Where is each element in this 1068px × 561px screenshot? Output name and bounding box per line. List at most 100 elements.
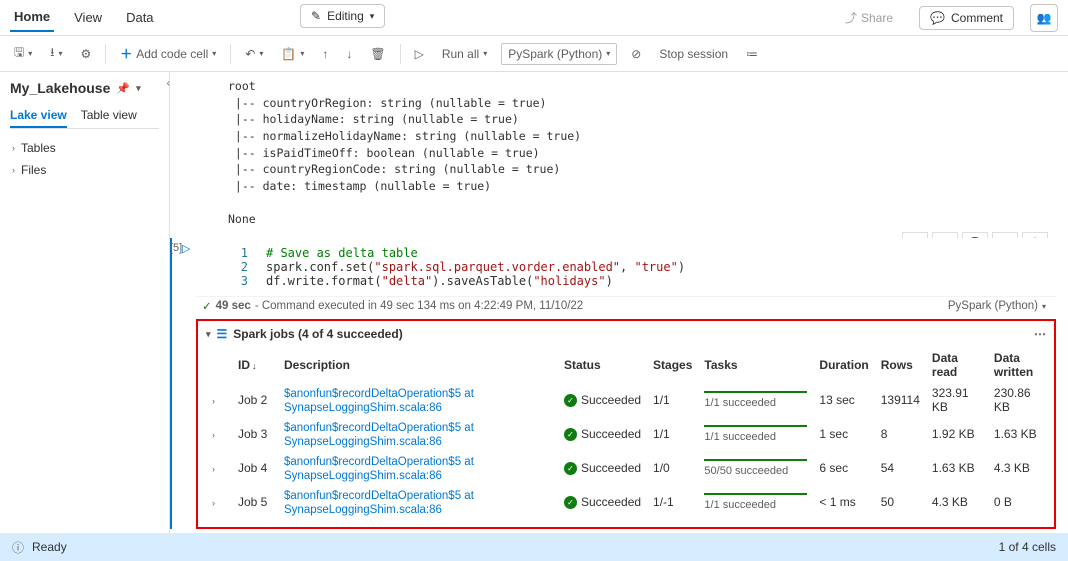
cell-kernel-selector[interactable]: PySpark (Python)▾	[948, 300, 1046, 312]
run-all-button[interactable]: Run all▾	[438, 45, 491, 63]
pin-icon[interactable]: 📌	[116, 82, 130, 95]
col-tasks[interactable]: Tasks	[698, 347, 813, 383]
expand-job-row[interactable]: ›	[212, 464, 226, 474]
col-dataread[interactable]: Data read	[926, 347, 988, 383]
execution-index: [5]	[170, 242, 182, 254]
files-label: Files	[21, 163, 46, 177]
job-data-written: 1.63 KB	[988, 417, 1046, 451]
move-up-button[interactable]: ↑	[318, 45, 332, 63]
variables-button[interactable]: ≔	[742, 45, 762, 63]
chevron-down-icon: ▾	[300, 49, 304, 58]
chevron-down-icon: ▾	[370, 11, 375, 22]
tab-home[interactable]: Home	[10, 3, 54, 32]
code-editor[interactable]: 1# Save as delta table 2spark.conf.set("…	[196, 238, 1056, 296]
settings-button[interactable]: ⚙	[76, 45, 95, 63]
run-all-label: Run all	[442, 47, 479, 61]
job-duration: 6 sec	[813, 451, 874, 485]
job-data-written: 230.86 KB	[988, 383, 1046, 417]
chevron-down-icon: ▾	[212, 49, 216, 58]
kernel-label: PySpark (Python)	[508, 47, 602, 61]
spark-job-row: ›Job 2$anonfun$recordDeltaOperation$5 at…	[206, 383, 1046, 417]
table-view-tab[interactable]: Table view	[81, 104, 137, 128]
paste-menu[interactable]: 📋▾	[277, 45, 308, 63]
expand-job-row[interactable]: ›	[212, 396, 226, 406]
expand-job-row[interactable]: ›	[212, 430, 226, 440]
trash-icon: 🗑	[370, 47, 385, 61]
col-id[interactable]: ID	[238, 358, 250, 372]
exec-message: - Command executed in 49 sec 134 ms on 4…	[255, 300, 583, 312]
lakehouse-name: My_Lakehouse	[10, 80, 110, 96]
job-stages: 1/0	[647, 451, 698, 485]
col-stages[interactable]: Stages	[647, 347, 698, 383]
tree-files[interactable]: › Files	[10, 159, 159, 181]
play-icon: ▷	[415, 47, 424, 61]
task-progress-bar	[704, 391, 807, 393]
tree-tables[interactable]: › Tables	[10, 137, 159, 159]
job-description-link[interactable]: $anonfun$recordDeltaOperation$5 at Synap…	[284, 388, 474, 414]
col-status[interactable]: Status	[558, 347, 647, 383]
col-datawritten[interactable]: Data written	[988, 347, 1046, 383]
job-description-link[interactable]: $anonfun$recordDeltaOperation$5 at Synap…	[284, 422, 474, 448]
job-stages: 1/1	[647, 383, 698, 417]
tables-label: Tables	[21, 141, 56, 155]
spark-jobs-panel: ▾ ☰ Spark jobs (4 of 4 succeeded) ⋯ ID↓ …	[196, 319, 1056, 529]
col-duration[interactable]: Duration	[813, 347, 874, 383]
job-id: Job 5	[232, 485, 278, 519]
cancel-button[interactable]: ⊘	[627, 45, 645, 63]
clipboard-icon: 📋	[281, 47, 296, 61]
spark-job-row: › Job 5$anonfun$recordDeltaOperation$5 at…	[206, 485, 1046, 519]
lake-view-tab[interactable]: Lake view	[10, 104, 67, 128]
spark-more-button[interactable]: ⋯	[1034, 327, 1046, 341]
stop-session-button[interactable]: Stop session	[655, 45, 732, 63]
spark-jobs-title: Spark jobs (4 of 4 succeeded)	[233, 327, 402, 341]
task-progress-bar	[704, 459, 807, 461]
job-id: Job 3	[232, 417, 278, 451]
run-cell-button[interactable]: ▷	[411, 45, 428, 63]
comment-button[interactable]: 💬 Comment	[919, 6, 1014, 30]
kernel-selector[interactable]: PySpark (Python)▾	[501, 43, 617, 65]
download-menu[interactable]: ⭳▾	[46, 41, 66, 66]
code-comment: # Save as delta table	[266, 246, 418, 260]
comment-icon: 💬	[930, 11, 945, 25]
job-status: Succeeded	[581, 393, 641, 407]
job-duration: 13 sec	[813, 383, 874, 417]
job-description-link[interactable]: $anonfun$recordDeltaOperation$5 at Synap…	[284, 456, 474, 482]
move-down-button[interactable]: ↓	[342, 45, 356, 63]
chevron-down-icon[interactable]: ▾	[136, 83, 141, 94]
people-button[interactable]: 👥	[1030, 4, 1058, 32]
job-data-written: 4.3 KB	[988, 451, 1046, 485]
job-id: Job 4	[232, 451, 278, 485]
download-icon: ⭳	[50, 43, 54, 64]
spark-jobs-icon: ☰	[217, 327, 228, 341]
chevron-down-icon: ▾	[1042, 302, 1046, 311]
expand-job-row[interactable]: ›	[212, 498, 226, 508]
run-cell-play-button[interactable]: ▷	[182, 242, 190, 255]
collapse-spark-panel[interactable]: ▾	[206, 329, 211, 340]
delete-cell-button[interactable]: 🗑	[366, 45, 389, 63]
undo-menu[interactable]: ↶▾	[241, 45, 267, 63]
line-number: 3	[226, 274, 248, 288]
col-description[interactable]: Description	[278, 347, 558, 383]
sidebar: ‹ My_Lakehouse 📌 ▾ Lake view Table view …	[0, 72, 170, 533]
job-duration: < 1 ms	[813, 485, 874, 519]
cancel-icon: ⊘	[631, 47, 641, 61]
job-duration: 1 sec	[813, 417, 874, 451]
editing-mode-button[interactable]: ✎ Editing ▾	[300, 4, 385, 28]
tab-view[interactable]: View	[70, 4, 106, 31]
notebook-content: root |-- countryOrRegion: string (nullab…	[170, 72, 1068, 533]
add-code-cell-label: Add code cell	[136, 47, 208, 61]
save-menu[interactable]: 🖫▾	[10, 41, 36, 66]
exec-duration: 49 sec	[216, 300, 251, 312]
add-code-cell-button[interactable]: ＋Add code cell▾	[116, 43, 220, 64]
arrow-down-icon: ↓	[346, 47, 352, 61]
sort-down-icon: ↓	[252, 361, 257, 371]
task-progress-bar	[704, 425, 807, 427]
share-button[interactable]: ⤴ Share	[835, 5, 903, 30]
job-status: Succeeded	[581, 461, 641, 475]
job-data-written: 0 B	[988, 485, 1046, 519]
tab-data[interactable]: Data	[122, 4, 157, 31]
job-data-read: 1.63 KB	[926, 451, 988, 485]
job-rows: 54	[875, 451, 926, 485]
job-description-link[interactable]: $anonfun$recordDeltaOperation$5 at Synap…	[284, 490, 474, 516]
col-rows[interactable]: Rows	[875, 347, 926, 383]
